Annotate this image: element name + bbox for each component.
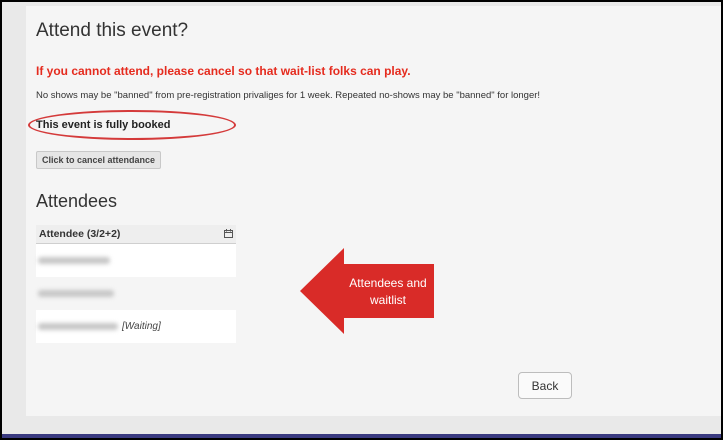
redacted-name — [38, 290, 114, 297]
bottom-rule — [2, 434, 721, 438]
callout-text-line1: Attendees and — [349, 276, 426, 290]
screenshot-frame: Attend this event? If you cannot attend,… — [0, 0, 723, 440]
attendees-title: Attendees — [36, 191, 118, 211]
redacted-name — [38, 257, 110, 264]
attendee-column-header[interactable]: Attendee (3/2+2) — [39, 228, 120, 240]
callout-arrow: Attendees and waitlist — [300, 248, 434, 334]
event-panel: Attend this event? If you cannot attend,… — [26, 6, 721, 416]
callout-text-line2: waitlist — [369, 293, 407, 307]
attendee-row: [Waiting] — [36, 310, 236, 343]
attendee-table: Attendee (3/2+2) [Waiting] — [36, 225, 236, 343]
back-button[interactable]: Back — [518, 372, 572, 399]
calendar-icon[interactable] — [224, 228, 233, 240]
attendee-row — [36, 244, 236, 277]
no-show-note: No shows may be "banned" from pre-regist… — [36, 90, 541, 101]
attend-heading: Attend this event? — [36, 20, 189, 41]
attendee-row — [36, 277, 236, 310]
attendee-table-header: Attendee (3/2+2) — [36, 225, 236, 244]
waiting-tag: [Waiting] — [122, 321, 161, 332]
redacted-name — [38, 323, 118, 330]
cancel-warning: If you cannot attend, please cancel so t… — [36, 64, 411, 78]
highlight-oval — [28, 110, 236, 140]
cancel-attendance-button[interactable]: Click to cancel attendance — [36, 151, 162, 169]
